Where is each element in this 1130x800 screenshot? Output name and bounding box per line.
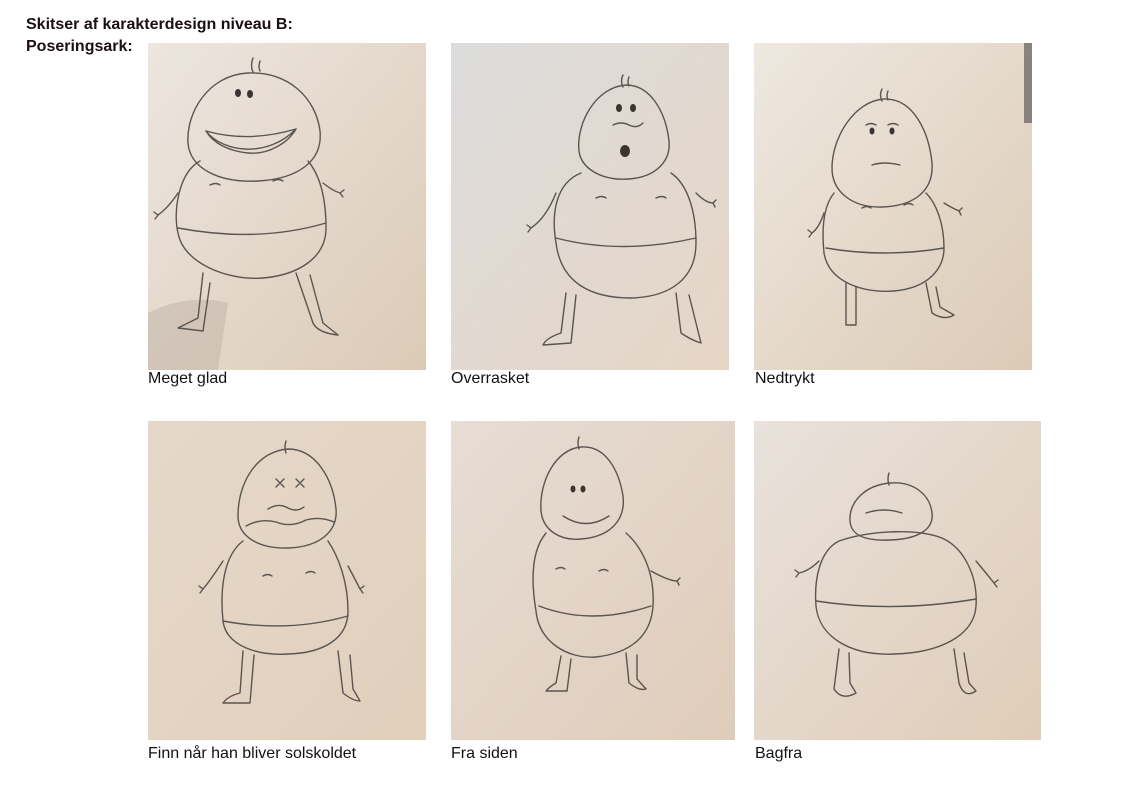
side-view-character-sketch-icon [451,421,735,740]
sunburnt-character-sketch-icon [148,421,426,740]
sketch-photo-surprised [451,43,729,370]
sketch-photo-sad [754,43,1032,370]
surprised-character-sketch-icon [451,43,729,370]
sad-character-sketch-icon [754,43,1032,370]
sketch-caption-side-view: Fra siden [451,745,518,762]
sketch-photo-back-view [754,421,1041,740]
sketch-photo-sunburnt [148,421,426,740]
sketch-caption-happy: Meget glad [148,370,228,387]
happy-character-sketch-icon [148,43,426,370]
sketch-caption-sad: Nedtrykt [755,370,815,387]
back-view-character-sketch-icon [754,421,1041,740]
sketch-caption-back-view: Bagfra [755,745,803,762]
sketch-photo-happy [148,43,426,370]
sketch-caption-surprised: Overrasket [451,370,530,387]
sketch-caption-sunburnt: Finn når han bliver solskoldet [148,745,357,762]
page-title-line-1: Skitser af karakterdesign niveau B: [26,16,293,33]
sketch-photo-side-view [451,421,735,740]
